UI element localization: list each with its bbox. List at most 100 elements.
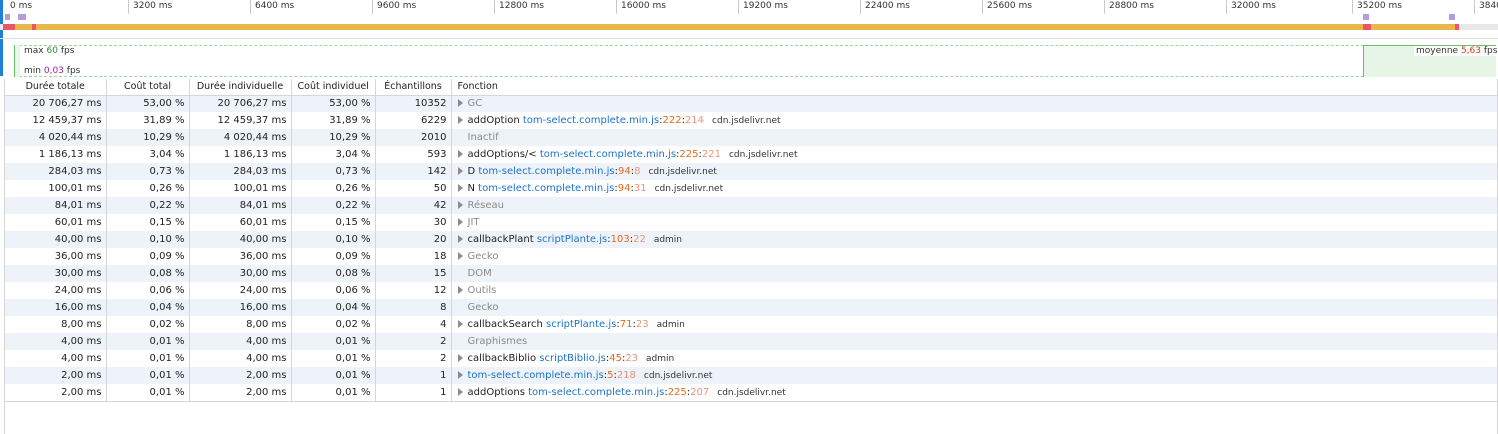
function-name: GC: [467, 98, 483, 110]
fps-graph: max 60 fps min 0,03 fps moyenne 5,63 fps: [0, 38, 1498, 78]
expand-triangle-icon[interactable]: [457, 201, 463, 209]
table-row[interactable]: 20 706,27 ms 53,00 % 20 706,27 ms 53,00 % 10…: [5, 95, 1498, 112]
table-row[interactable]: 36,00 ms 0,09 % 36,00 ms 0,09 % 18 Gecko: [5, 248, 1498, 265]
source-file-link[interactable]: tom-select.complete.min.js: [528, 387, 664, 398]
cell-self: 4,00 ms: [189, 350, 292, 367]
source-host: admin: [646, 354, 675, 364]
source-file-link[interactable]: scriptPlante.js: [537, 234, 607, 245]
table-row[interactable]: 8,00 ms 0,02 % 8,00 ms 0,02 % 4 callbackSearc…: [5, 316, 1498, 333]
fps-min-line: [14, 76, 1494, 77]
marker[interactable]: [1449, 14, 1455, 20]
source-file-link[interactable]: scriptBiblio.js: [539, 353, 606, 364]
expand-triangle-icon[interactable]: [457, 184, 463, 192]
col-total-cost-header[interactable]: Coût total: [106, 79, 190, 96]
expand-triangle-icon[interactable]: [457, 116, 463, 124]
cell-total: 2,00 ms: [5, 367, 107, 384]
cell-function: addOptions tom-select.complete.min.js:22…: [451, 384, 1498, 401]
expand-triangle-icon[interactable]: [457, 235, 463, 243]
timeline-tick-label: 6400 ms: [250, 0, 294, 14]
fps-min-label: min 0,03 fps: [22, 66, 83, 76]
table-row[interactable]: 284,03 ms 0,73 % 284,03 ms 0,73 % 142 D tom-s…: [5, 163, 1498, 180]
source-file-link[interactable]: tom-select.complete.min.js: [478, 183, 614, 194]
source-host: cdn.jsdelivr.net: [712, 116, 781, 126]
col-samples-header[interactable]: Échantillons: [375, 79, 452, 96]
marker[interactable]: [18, 14, 26, 20]
expand-triangle-icon[interactable]: [457, 354, 463, 362]
table-row[interactable]: 12 459,37 ms 31,89 % 12 459,37 ms 31,89 % 62…: [5, 112, 1498, 129]
expand-triangle-icon[interactable]: [457, 286, 463, 294]
timeline-tick-label: 12800 ms: [494, 0, 544, 14]
cell-samples: 8: [375, 299, 452, 316]
marker-track[interactable]: [0, 14, 1498, 22]
source-line: 94: [617, 183, 631, 194]
expand-triangle-icon[interactable]: [457, 388, 463, 396]
cell-self-cost: 0,15 %: [291, 214, 376, 231]
table-row[interactable]: 40,00 ms 0,10 % 40,00 ms 0,10 % 20 callbackPl…: [5, 231, 1498, 248]
expand-triangle-icon[interactable]: [457, 252, 463, 260]
cell-total: 1 186,13 ms: [5, 146, 107, 163]
cell-function: tom-select.complete.min.js:5:218 cdn.jsde…: [451, 367, 1498, 384]
activity-track[interactable]: [0, 24, 1498, 30]
cell-samples: 2: [375, 350, 452, 367]
table-row[interactable]: 24,00 ms 0,06 % 24,00 ms 0,06 % 12 Outils: [5, 282, 1498, 299]
source-line: 5: [607, 370, 614, 381]
table-row[interactable]: 1 186,13 ms 3,04 % 1 186,13 ms 3,04 % 593 add…: [5, 146, 1498, 163]
cell-total: 36,00 ms: [5, 248, 107, 265]
function-name: D: [467, 166, 476, 177]
source-host: cdn.jsdelivr.net: [643, 371, 713, 381]
cell-function: Gecko: [451, 299, 1498, 316]
activity-segment: [1363, 24, 1371, 30]
cell-cost: 0,06 %: [106, 282, 190, 299]
col-self-cost-header[interactable]: Coût individuel: [291, 79, 376, 96]
expand-triangle-icon[interactable]: [457, 320, 463, 328]
table-row[interactable]: 2,00 ms 0,01 % 2,00 ms 0,01 % 1 addOptions to…: [5, 384, 1498, 401]
function-name: Gecko: [467, 251, 499, 262]
source-file-link[interactable]: tom-select.complete.min.js: [478, 166, 614, 177]
source-file-link[interactable]: scriptPlante.js: [546, 319, 616, 330]
expand-triangle-icon[interactable]: [457, 167, 463, 175]
fps-max-value: 60: [46, 46, 58, 56]
cell-self: 30,00 ms: [189, 265, 292, 282]
table-row[interactable]: 16,00 ms 0,04 % 16,00 ms 0,04 % 8 Gecko: [5, 299, 1498, 316]
marker[interactable]: [5, 14, 10, 20]
cell-cost: 31,89 %: [106, 112, 190, 129]
expand-triangle-icon[interactable]: [457, 371, 463, 379]
fps-unit: fps: [60, 46, 75, 56]
cell-total: 4,00 ms: [5, 333, 107, 350]
table-row[interactable]: 4 020,44 ms 10,29 % 4 020,44 ms 10,29 % 2010…: [5, 129, 1498, 146]
cell-self-cost: 0,01 %: [291, 333, 376, 350]
cell-cost: 3,04 %: [106, 146, 190, 163]
table-row[interactable]: 4,00 ms 0,01 % 4,00 ms 0,01 % 2 callbackBibli…: [5, 350, 1498, 367]
table-row[interactable]: 100,01 ms 0,26 % 100,01 ms 0,26 % 50 N tom-se…: [5, 180, 1498, 197]
expand-triangle-icon[interactable]: [457, 150, 463, 158]
cell-function: DOM: [451, 265, 1498, 282]
fps-average-text: moyenne: [1416, 46, 1459, 56]
expand-triangle-icon[interactable]: [457, 99, 463, 108]
table-row[interactable]: 84,01 ms 0,22 % 84,01 ms 0,22 % 42 Réseau: [5, 197, 1498, 214]
cell-cost: 0,01 %: [106, 367, 190, 384]
function-name: JIT: [467, 217, 480, 228]
table-row[interactable]: 4,00 ms 0,01 % 4,00 ms 0,01 % 2 Graphismes: [5, 333, 1498, 350]
table-row[interactable]: 30,00 ms 0,08 % 30,00 ms 0,08 % 15 DOM: [5, 265, 1498, 282]
col-self-duration-header[interactable]: Durée individuelle: [189, 79, 292, 96]
function-name: addOptions: [467, 387, 525, 398]
source-file-link[interactable]: tom-select.complete.min.js: [523, 115, 659, 126]
cell-total: 8,00 ms: [5, 316, 107, 333]
timeline-tick-label: 9600 ms: [372, 0, 416, 14]
function-name: Graphismes: [467, 336, 528, 347]
marker[interactable]: [1363, 14, 1369, 20]
source-column: 218: [616, 370, 636, 381]
col-total-duration-header[interactable]: Durée totale: [5, 79, 107, 96]
table-row[interactable]: 2,00 ms 0,01 % 2,00 ms 0,01 % 1 tom-select.co…: [5, 367, 1498, 384]
cell-samples: 10352: [375, 95, 452, 112]
timeline-ruler[interactable]: 0 ms 3200 ms 6400 ms 9600 ms 12800 ms 16000 m…: [0, 0, 1498, 14]
source-file-link[interactable]: tom-select.complete.min.js: [540, 149, 676, 160]
call-tree-table: Durée totale Coût total Durée individuelle…: [5, 79, 1498, 401]
cell-total: 40,00 ms: [5, 231, 107, 248]
col-function-header[interactable]: Fonction: [451, 79, 1498, 96]
cell-total: 12 459,37 ms: [5, 112, 107, 129]
expand-triangle-icon[interactable]: [457, 218, 463, 226]
fps-min-value: 0,03: [43, 66, 64, 76]
source-file-link[interactable]: tom-select.complete.min.js: [468, 370, 604, 381]
table-row[interactable]: 60,01 ms 0,15 % 60,01 ms 0,15 % 30 JIT: [5, 214, 1498, 231]
